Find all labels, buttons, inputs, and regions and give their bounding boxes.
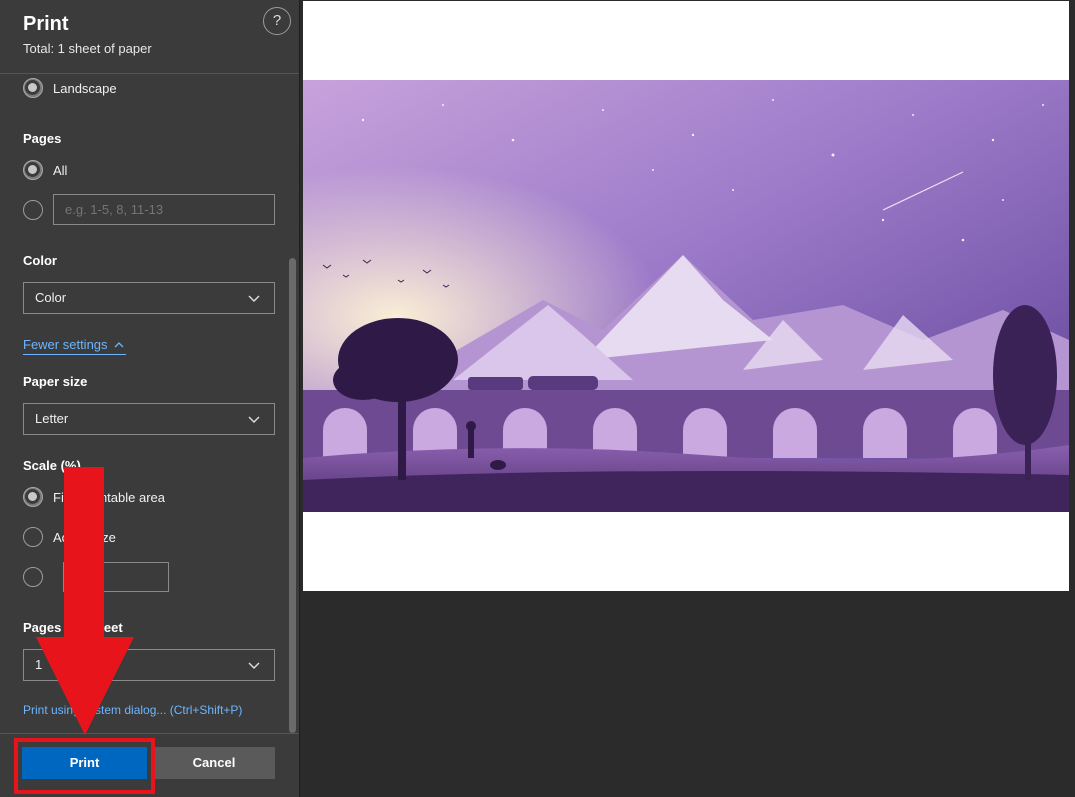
chevron-down-icon — [248, 662, 260, 669]
page-title: Print — [23, 13, 69, 35]
paper-size-value: Letter — [35, 411, 69, 426]
settings-scrollbar[interactable] — [289, 258, 296, 733]
color-select-value: Color — [35, 290, 67, 305]
print-header: Print Total: 1 sheet of paper ? — [0, 0, 299, 74]
fewer-settings-link[interactable]: Fewer settings — [23, 337, 127, 355]
cancel-button[interactable]: Cancel — [153, 747, 275, 779]
pages-range-input[interactable] — [53, 194, 275, 225]
landscape-radio[interactable] — [23, 78, 43, 98]
paper-size-select[interactable]: Letter — [23, 403, 275, 435]
sheet-count: Total: 1 sheet of paper — [23, 41, 152, 56]
pages-all-radio[interactable] — [23, 160, 43, 180]
chevron-up-icon — [114, 342, 124, 348]
color-label: Color — [23, 253, 57, 268]
pages-label: Pages — [23, 131, 62, 146]
red-arrow-icon — [36, 467, 134, 735]
fewer-settings-label: Fewer settings — [23, 337, 108, 352]
pages-all-label: All — [53, 163, 68, 178]
chevron-down-icon — [248, 416, 260, 423]
paper-size-label: Paper size — [23, 374, 88, 389]
print-button-highlight — [14, 738, 155, 794]
pages-range-radio[interactable] — [23, 200, 43, 220]
preview-image — [303, 80, 1069, 512]
landscape-label: Landscape — [53, 81, 117, 96]
color-select[interactable]: Color — [23, 282, 275, 314]
chevron-down-icon — [248, 295, 260, 302]
help-button[interactable]: ? — [263, 7, 291, 35]
